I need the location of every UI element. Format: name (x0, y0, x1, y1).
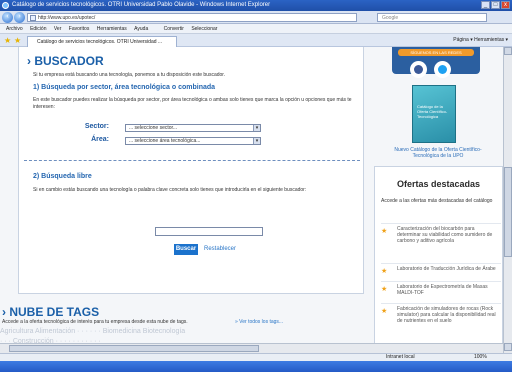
star-icon: ★ (381, 228, 388, 235)
area-select-value: ... seleccione área tecnológica... (129, 138, 201, 144)
banner-label: SÍGUENOS EN LAS REDES (398, 49, 474, 56)
menu-edicion[interactable]: Edición (30, 26, 46, 32)
window-title: Catálogo de servicios tecnológicos. OTRI… (12, 2, 271, 8)
ofertas-desc: Accede a las ofertas más destacadas del … (381, 198, 493, 204)
convertir-button[interactable]: Convertir (164, 26, 184, 32)
sector-select[interactable]: ... seleccione sector... ▾ (125, 124, 261, 132)
tab-row: ★ ★ Catálogo de servicios tecnológicos. … (0, 34, 512, 47)
oferta-item[interactable]: ★ Caracterización del biocarbón para det… (381, 223, 501, 263)
oferta-item[interactable]: ★ Fabricación de simuladores de rocas (R… (381, 303, 501, 343)
page-content: › BUSCADOR Si tu empresa está buscando u… (0, 47, 503, 353)
dropdown-arrow-icon: ▾ (253, 125, 260, 131)
hscroll-thumb[interactable] (9, 345, 259, 352)
horizontal-scrollbar[interactable] (0, 343, 503, 353)
oferta-text: Fabricación de simuladores de rocas (Roc… (397, 306, 496, 324)
scroll-up-button[interactable] (504, 47, 512, 55)
oferta-text: Laboratorio de Traducción Jurídica de Ár… (397, 266, 496, 272)
tag-line[interactable]: Agricultura Alimentación · · · · · · Bio… (0, 327, 372, 337)
ofertas-panel: Ofertas destacadas Accede a las ofertas … (374, 166, 503, 353)
status-bar: Intranet local 100% (0, 353, 512, 361)
address-field[interactable]: http://www.upo.es/upotec/ (27, 13, 357, 22)
nube-text: Accede a la oferta tecnológica de interé… (2, 319, 188, 325)
oferta-item[interactable]: ★ Laboratorio de Traducción Jurídica de … (381, 263, 501, 281)
zoom-label[interactable]: 100% (474, 354, 487, 361)
zone-label: Intranet local (386, 354, 415, 360)
buscador-intro: Si tu empresa está buscando una tecnolog… (33, 72, 226, 78)
buscar-button[interactable]: Buscar (174, 244, 198, 255)
section2-title: 2) Búsqueda libre (33, 173, 92, 180)
ie-logo-icon (2, 2, 9, 9)
seleccionar-button[interactable]: Seleccionar (191, 26, 217, 32)
free-search-input[interactable] (155, 227, 263, 236)
add-favorites-icon[interactable]: ★ (14, 36, 21, 45)
area-select[interactable]: ... seleccione área tecnológica... ▾ (125, 137, 261, 145)
dashed-divider (24, 160, 360, 161)
oferta-text: Laboratorio de Espectrometría de Masas M… (397, 284, 488, 296)
address-bar-row: ‹ › http://www.upo.es/upotec/ Google (0, 11, 512, 24)
maximize-button[interactable]: □ (491, 1, 500, 9)
menu-archivo[interactable]: Archivo (6, 26, 23, 32)
sector-select-value: ... seleccione sector... (129, 125, 178, 131)
oferta-text: Caracterización del biocarbón para deter… (397, 226, 493, 244)
section1-title: 1) Búsqueda por sector, área tecnológica… (33, 84, 216, 91)
close-button[interactable]: x (501, 1, 510, 9)
star-icon: ★ (381, 308, 388, 315)
vertical-scrollbar[interactable] (503, 47, 512, 353)
facebook-button[interactable] (410, 61, 427, 78)
window-title-bar: Catálogo de servicios tecnológicos. OTRI… (0, 0, 512, 11)
search-input[interactable]: Google (377, 13, 487, 22)
catalog-caption[interactable]: Nuevo Catálogo de la Oferta Científico-T… (382, 147, 494, 159)
taskbar (0, 361, 512, 372)
menu-favoritos[interactable]: Favoritos (69, 26, 90, 32)
buscador-title: › BUSCADOR (27, 54, 104, 68)
oferta-item[interactable]: ★ Laboratorio de Espectrometría de Masas… (381, 281, 501, 303)
back-button[interactable]: ‹ (2, 12, 13, 23)
tab-current[interactable]: Catálogo de servicios tecnológicos. OTRI… (27, 36, 177, 47)
restablecer-link[interactable]: Restablecer (204, 246, 236, 252)
page-icon (30, 15, 36, 21)
favorites-star-icon[interactable]: ★ (4, 36, 11, 45)
menu-herramientas[interactable]: Herramientas (97, 26, 127, 32)
twitter-icon (438, 65, 447, 74)
scroll-down-button[interactable] (504, 343, 512, 351)
ofertas-title: Ofertas destacadas (397, 179, 481, 189)
nube-title: › NUBE DE TAGS (2, 305, 100, 319)
twitter-button[interactable] (434, 61, 451, 78)
ver-todos-link[interactable]: » Ver todos los tags... (235, 319, 283, 325)
book-title: Catálogo de la Oferta Científico-Tecnoló… (417, 104, 448, 119)
minimize-button[interactable]: _ (481, 1, 490, 9)
star-icon: ★ (381, 268, 388, 275)
star-icon: ★ (381, 286, 388, 293)
dropdown-arrow-icon: ▾ (253, 138, 260, 144)
menu-ver[interactable]: Ver (54, 26, 62, 32)
facebook-icon (414, 65, 423, 74)
right-sidebar: SÍGUENOS EN LAS REDES Catálogo de la Ofe… (372, 47, 503, 353)
menu-bar: Archivo Edición Ver Favoritos Herramient… (0, 24, 512, 34)
window-controls: _ □ x (481, 1, 510, 9)
catalog-cover-image[interactable]: Catálogo de la Oferta Científico-Tecnoló… (412, 85, 456, 143)
section1-text: En este buscador puedes realizar la búsq… (33, 97, 352, 110)
forward-button[interactable]: › (14, 12, 25, 23)
section2-text: Si en cambio estás buscando una tecnolog… (33, 187, 307, 193)
buscador-panel: › BUSCADOR Si tu empresa está buscando u… (18, 47, 364, 294)
command-bar[interactable]: Página ▾ Herramientas ▾ (453, 36, 508, 45)
sector-label: Sector: (84, 123, 109, 130)
menu-ayuda[interactable]: Ayuda (134, 26, 148, 32)
scroll-thumb[interactable] (504, 167, 512, 257)
area-label: Área: (91, 136, 109, 143)
address-url: http://www.upo.es/upotec/ (38, 15, 96, 21)
